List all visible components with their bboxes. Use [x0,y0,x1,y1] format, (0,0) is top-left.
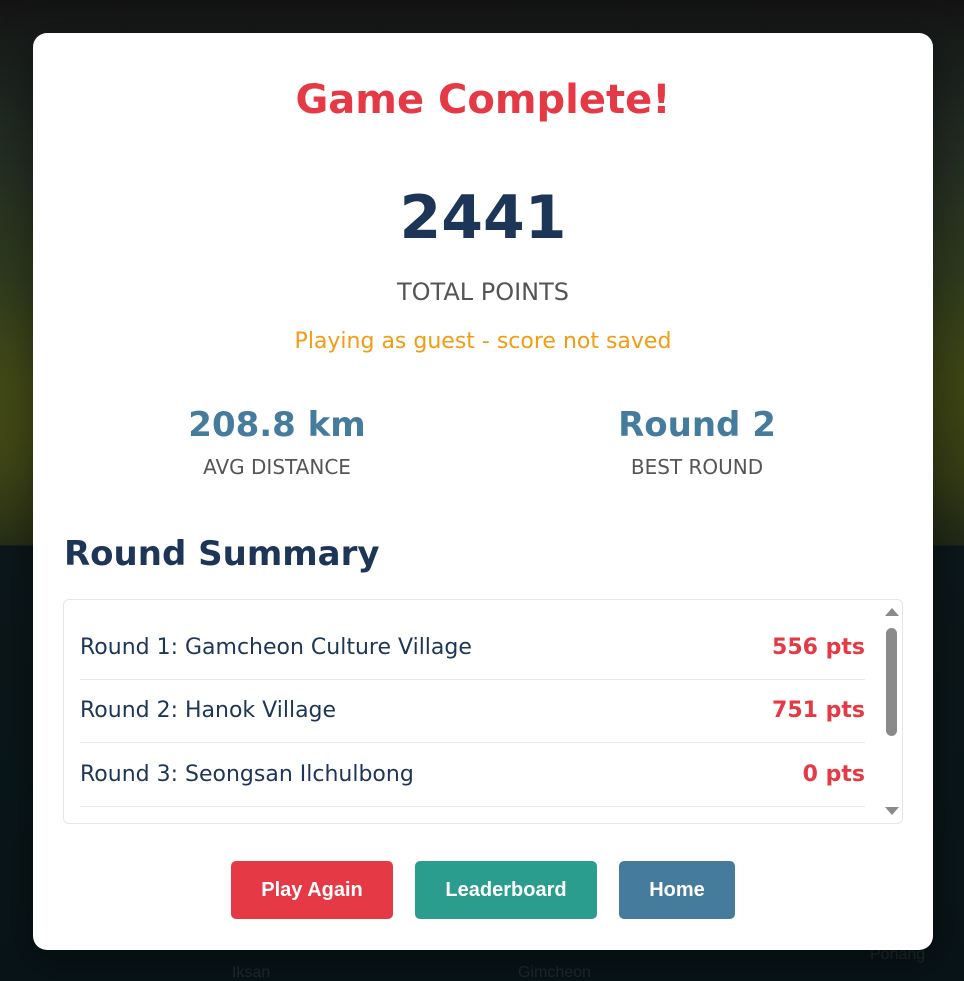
action-buttons: Play Again Leaderboard Home [33,861,933,919]
best-round-value: Round 2 [618,405,776,445]
leaderboard-button[interactable]: Leaderboard [415,861,597,919]
modal-title: Game Complete! [295,77,671,123]
round-row: Round 2: Hanok Village 751 pts [80,680,865,743]
scrollbar[interactable] [880,600,902,823]
total-points-label: TOTAL POINTS [396,278,570,306]
round-name: Round 3: Seongsan Ilchulbong [80,761,414,787]
play-again-button[interactable]: Play Again [231,861,393,919]
scroll-down-arrow-icon[interactable] [885,807,899,815]
round-row: Round 1: Gamcheon Culture Village 556 pt… [80,616,865,680]
round-points: 0 pts [802,761,865,787]
round-name: Round 2: Hanok Village [80,698,337,724]
scrollbar-thumb[interactable] [886,628,897,736]
total-points-value: 2441 [399,183,567,253]
round-list: Round 1: Gamcheon Culture Village 556 pt… [80,616,865,807]
round-points: 556 pts [772,634,865,660]
round-name: Round 1: Gamcheon Culture Village [80,634,472,660]
round-summary-list[interactable]: Round 1: Gamcheon Culture Village 556 pt… [63,599,903,824]
game-complete-modal: Game Complete! 2441 TOTAL POINTS Playing… [33,33,933,950]
home-button[interactable]: Home [619,861,735,919]
guest-warning: Playing as guest - score not saved [294,329,672,354]
avg-distance-value: 208.8 km [188,405,366,445]
scroll-up-arrow-icon[interactable] [885,608,899,616]
avg-distance-stat: 208.8 km AVG DISTANCE [127,405,427,479]
best-round-stat: Round 2 BEST ROUND [547,405,847,479]
round-points: 751 pts [772,698,865,724]
round-row: Round 3: Seongsan Ilchulbong 0 pts [80,743,865,807]
avg-distance-label: AVG DISTANCE [203,455,351,479]
round-summary-heading: Round Summary [64,534,380,574]
best-round-label: BEST ROUND [630,455,764,479]
